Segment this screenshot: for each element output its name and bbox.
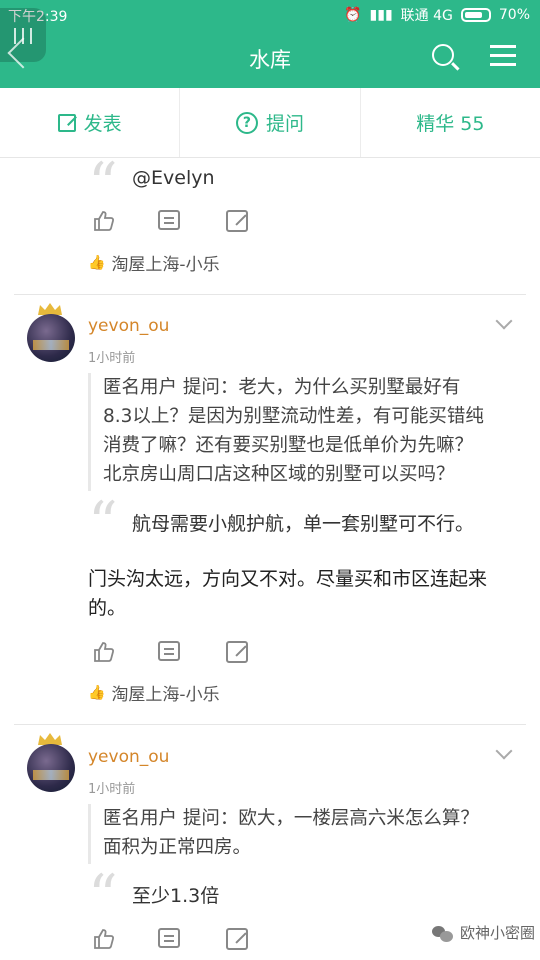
tab-ask[interactable]: ? 提问 bbox=[180, 88, 361, 157]
tab-ask-label: 提问 bbox=[265, 113, 304, 135]
avatar[interactable] bbox=[27, 314, 75, 362]
like-icon[interactable] bbox=[92, 927, 116, 951]
battery-icon bbox=[460, 8, 491, 22]
question-block: 匿名用户 提问：欧大，一楼层高六米怎么算？ 面积为正常四房。 bbox=[88, 804, 518, 864]
comment-icon[interactable] bbox=[158, 210, 180, 230]
question-line: 匿名用户 提问：欧大，一楼层高六米怎么算？ bbox=[103, 808, 479, 829]
answer-quote: 航母需要小舰护航，单一套别墅可不行。 bbox=[132, 513, 475, 535]
status-right: ⏰ ▮▮▮ 联通 4G 70% bbox=[344, 5, 530, 25]
liked-by-name: 淘屋上海-小乐 bbox=[111, 685, 220, 705]
question-line: 面积为正常四房。 bbox=[103, 837, 252, 858]
wechat-icon bbox=[432, 924, 454, 942]
menu-icon[interactable] bbox=[490, 45, 516, 66]
thumb-icon: 👍 bbox=[88, 684, 106, 701]
reply-text: 门头沟太远，方向又不对。尽量买和市区连起来 的。 bbox=[88, 565, 528, 623]
time-ago: 1小时前 bbox=[88, 782, 136, 797]
quote-icon: “ bbox=[88, 159, 118, 218]
quote-icon: “ bbox=[88, 862, 118, 930]
post-actions bbox=[92, 927, 272, 955]
thumb-icon: 👍 bbox=[88, 254, 106, 271]
chevron-down-icon[interactable] bbox=[495, 742, 513, 760]
status-bar: 下午2:39 ⏰ ▮▮▮ 联通 4G 70% bbox=[0, 0, 540, 30]
share-icon[interactable] bbox=[226, 210, 248, 232]
chevron-down-icon[interactable] bbox=[495, 312, 513, 330]
page-title: 水库 bbox=[249, 48, 291, 72]
question-line: 消费了嘛？还有要买别墅也是低单价为先嘛？ bbox=[103, 435, 474, 456]
answer-quote: 至少1.3倍 bbox=[132, 885, 220, 907]
liked-by[interactable]: 👍 淘屋上海-小乐 bbox=[88, 680, 220, 706]
battery-percent: 70% bbox=[498, 7, 530, 23]
liked-by-name: 淘屋上海-小乐 bbox=[111, 255, 220, 275]
post-actions bbox=[92, 209, 272, 237]
post-actions bbox=[92, 640, 272, 668]
time-ago: 1小时前 bbox=[88, 351, 136, 366]
reply-line: 的。 bbox=[88, 597, 127, 619]
signal-icon: ▮▮▮ bbox=[369, 7, 393, 23]
question-line: 8.3以上？是因为别墅流动性差，有可能买错纯 bbox=[103, 406, 484, 427]
liked-by[interactable]: 👍 淘屋上海-小乐 bbox=[88, 250, 220, 276]
carrier-label: 联通 4G bbox=[400, 8, 453, 24]
divider bbox=[14, 294, 526, 295]
search-icon[interactable] bbox=[432, 44, 454, 66]
post-feed[interactable]: “ @Evelyn 👍 淘屋上海-小乐 yevon_ou 1小时前 匿名用户 提… bbox=[0, 159, 540, 960]
quote-text: @Evelyn bbox=[132, 167, 215, 189]
username[interactable]: yevon_ou bbox=[88, 747, 169, 767]
question-icon: ? bbox=[235, 111, 258, 134]
tab-post[interactable]: 发表 bbox=[0, 88, 181, 157]
question-block: 匿名用户 提问：老大，为什么买别墅最好有 8.3以上？是因为别墅流动性差，有可能… bbox=[88, 373, 518, 491]
watermark-label: 欧神小密圈 bbox=[460, 924, 536, 942]
alarm-icon: ⏰ bbox=[344, 7, 362, 23]
like-icon[interactable] bbox=[92, 209, 116, 233]
watermark: 欧神小密圈 bbox=[428, 920, 540, 945]
tab-bar: 发表 ? 提问 精华 55 bbox=[0, 88, 540, 158]
edit-icon bbox=[57, 113, 76, 132]
comment-icon[interactable] bbox=[158, 641, 180, 661]
like-icon[interactable] bbox=[92, 640, 116, 664]
avatar[interactable] bbox=[27, 744, 75, 792]
tab-featured[interactable]: 精华 55 bbox=[361, 88, 540, 157]
question-line: 匿名用户 提问：老大，为什么买别墅最好有 bbox=[103, 377, 461, 398]
share-icon[interactable] bbox=[226, 641, 248, 663]
app-header: 下午2:39 ⏰ ▮▮▮ 联通 4G 70% 水库 bbox=[0, 0, 540, 88]
share-icon[interactable] bbox=[226, 928, 248, 950]
tab-post-label: 发表 bbox=[83, 113, 122, 135]
tab-featured-label: 精华 55 bbox=[416, 113, 485, 135]
divider bbox=[14, 724, 526, 725]
username[interactable]: yevon_ou bbox=[88, 316, 169, 336]
comment-icon[interactable] bbox=[158, 928, 180, 948]
quote-icon: “ bbox=[88, 489, 118, 557]
reply-line: 门头沟太远，方向又不对。尽量买和市区连起来 bbox=[88, 568, 488, 590]
question-line: 北京房山周口店这种区域的别墅可以买吗？ bbox=[103, 464, 455, 485]
